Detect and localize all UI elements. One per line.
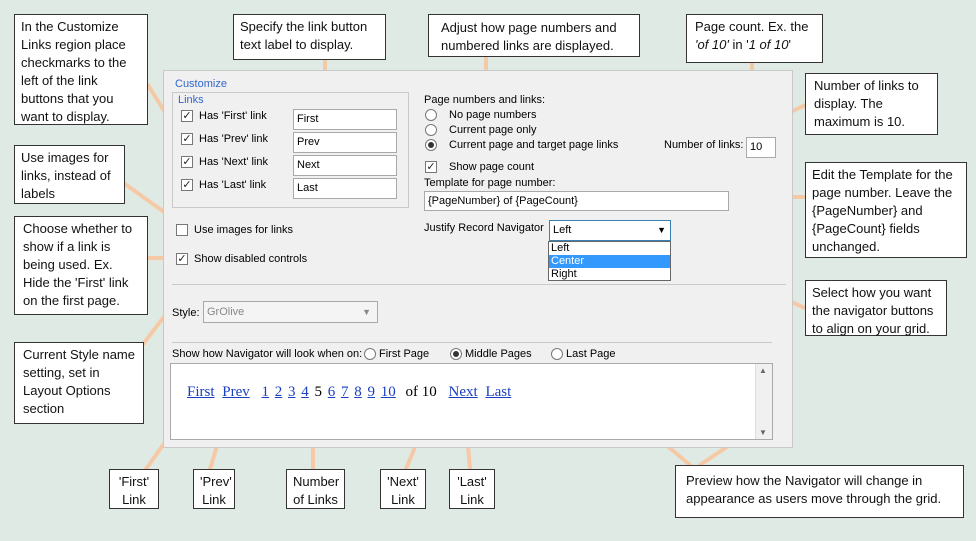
current-page-only-label: Current page only (449, 124, 537, 136)
page-link-8[interactable]: 8 (354, 384, 362, 400)
has-prev-checkbox[interactable]: ✓ (181, 133, 193, 145)
page-link-2[interactable]: 2 (275, 384, 283, 400)
next-link[interactable]: Next (449, 384, 478, 400)
middle-pages-label: Middle Pages (465, 348, 532, 360)
justify-label: Justify Record Navigator (424, 222, 544, 234)
show-how-label: Show how Navigator will look when on: (172, 348, 363, 360)
page-link-3[interactable]: 3 (288, 384, 296, 400)
justify-dropdown-list: Left Center Right (548, 241, 671, 281)
no-page-numbers-label: No page numbers (449, 109, 537, 121)
page-link-9[interactable]: 9 (368, 384, 376, 400)
callout-text-label: Specify the link button text label to di… (233, 14, 386, 60)
has-next-label: Has 'Next' link (199, 156, 268, 168)
next-text-input[interactable]: Next (293, 155, 397, 176)
style-label: Style: (172, 307, 200, 319)
chevron-down-icon: ▼ (657, 225, 666, 235)
navigator-preview: First Prev 1 2 3 4 5 6 7 8 9 10 of 10 Ne… (170, 363, 773, 440)
current-page-number: 5 (314, 384, 323, 400)
justify-selected-value: Left (553, 224, 572, 236)
scroll-up-icon[interactable]: ▲ (759, 366, 767, 375)
current-and-target-label: Current page and target page links (449, 139, 619, 151)
callout-images: Use images for links, instead of labels (14, 145, 125, 204)
style-selected-value: GrOlive (207, 306, 245, 318)
callout-last-link: 'Last' Link (449, 469, 495, 509)
callout-align: Select how you want the navigator button… (805, 280, 947, 336)
page-link-7[interactable]: 7 (341, 384, 349, 400)
last-link[interactable]: Last (485, 384, 511, 400)
callout-preview: Preview how the Navigator will change in… (675, 465, 964, 518)
has-last-checkbox[interactable]: ✓ (181, 179, 193, 191)
record-navigator: First Prev 1 2 3 4 5 6 7 8 9 10 of 10 Ne… (187, 384, 515, 401)
style-select[interactable]: GrOlive ▼ (203, 301, 378, 323)
page-link-4[interactable]: 4 (301, 384, 309, 400)
page-count-emphasis-2: 1 of 10 (748, 37, 789, 52)
callout-style-name: Current Style name setting, set in Layou… (14, 342, 144, 424)
callout-page-count: Page count. Ex. the 'of 10' in '1 of 10' (686, 14, 823, 63)
has-first-checkbox[interactable]: ✓ (181, 110, 193, 122)
page-count-emphasis-1: 'of 10' (695, 37, 729, 52)
callout-disabled: Choose whether to show if a link is bein… (14, 216, 148, 315)
page-numbers-title: Page numbers and links: (424, 94, 546, 106)
customize-group-title: Customize (175, 78, 227, 90)
has-prev-label: Has 'Prev' link (199, 133, 268, 145)
first-page-label: First Page (379, 348, 430, 360)
callout-number-links: Number of Links (286, 469, 345, 509)
page-link-10[interactable]: 10 (381, 384, 396, 400)
prev-link[interactable]: Prev (222, 384, 250, 400)
page-count-text-2: in ' (728, 37, 749, 52)
justify-option-right[interactable]: Right (549, 268, 670, 281)
callout-prev-link: 'Prev' Link (193, 469, 235, 509)
page-link-1[interactable]: 1 (262, 384, 270, 400)
number-of-links-label: Number of links: (664, 139, 744, 151)
chevron-down-icon: ▼ (362, 307, 371, 317)
justify-select[interactable]: Left ▼ (549, 220, 671, 241)
last-text-input[interactable]: Last (293, 178, 397, 199)
show-disabled-checkbox[interactable]: ✓ (176, 253, 188, 265)
callout-template: Edit the Template for the page number. L… (805, 162, 967, 258)
template-label: Template for page number: (424, 177, 556, 189)
prev-text-input[interactable]: Prev (293, 132, 397, 153)
first-link[interactable]: First (187, 384, 215, 400)
callout-first-link: 'First' Link (109, 469, 159, 509)
page-link-6[interactable]: 6 (328, 384, 336, 400)
page-count-text-3: ' (788, 37, 791, 52)
callout-checkmarks: In the Customize Links region place chec… (14, 14, 148, 125)
last-page-label: Last Page (566, 348, 616, 360)
justify-option-left[interactable]: Left (549, 242, 670, 255)
show-page-count-checkbox[interactable]: ✓ (425, 161, 437, 173)
first-text-input[interactable]: First (293, 109, 397, 130)
number-of-links-input[interactable]: 10 (746, 137, 776, 158)
callout-num-links: Number of links to display. The maximum … (805, 73, 938, 135)
use-images-label: Use images for links (194, 224, 294, 236)
middle-pages-radio[interactable] (450, 348, 462, 360)
links-group-title: Links (178, 94, 204, 106)
show-disabled-label: Show disabled controls (194, 253, 308, 265)
callout-next-link: 'Next' Link (380, 469, 426, 509)
has-first-label: Has 'First' link (199, 110, 267, 122)
first-page-radio[interactable] (364, 348, 376, 360)
use-images-checkbox[interactable] (176, 224, 188, 236)
vertical-scrollbar[interactable]: ▲ ▼ (755, 364, 772, 439)
has-next-checkbox[interactable]: ✓ (181, 156, 193, 168)
last-page-radio[interactable] (551, 348, 563, 360)
justify-option-center[interactable]: Center (549, 255, 670, 268)
has-last-label: Has 'Last' link (199, 179, 267, 191)
scroll-down-icon[interactable]: ▼ (759, 428, 767, 437)
template-input[interactable]: {PageNumber} of {PageCount} (424, 191, 729, 211)
divider (172, 284, 786, 285)
no-page-numbers-radio[interactable] (425, 109, 437, 121)
current-and-target-radio[interactable] (425, 139, 437, 151)
page-count-text-1: Page count. Ex. the (695, 19, 809, 34)
callout-page-numbers: Adjust how page numbers and numbered lin… (428, 14, 640, 57)
show-page-count-label: Show page count (449, 161, 535, 173)
page-count-text: of 10 (405, 384, 437, 400)
current-page-only-radio[interactable] (425, 124, 437, 136)
divider (172, 342, 772, 343)
